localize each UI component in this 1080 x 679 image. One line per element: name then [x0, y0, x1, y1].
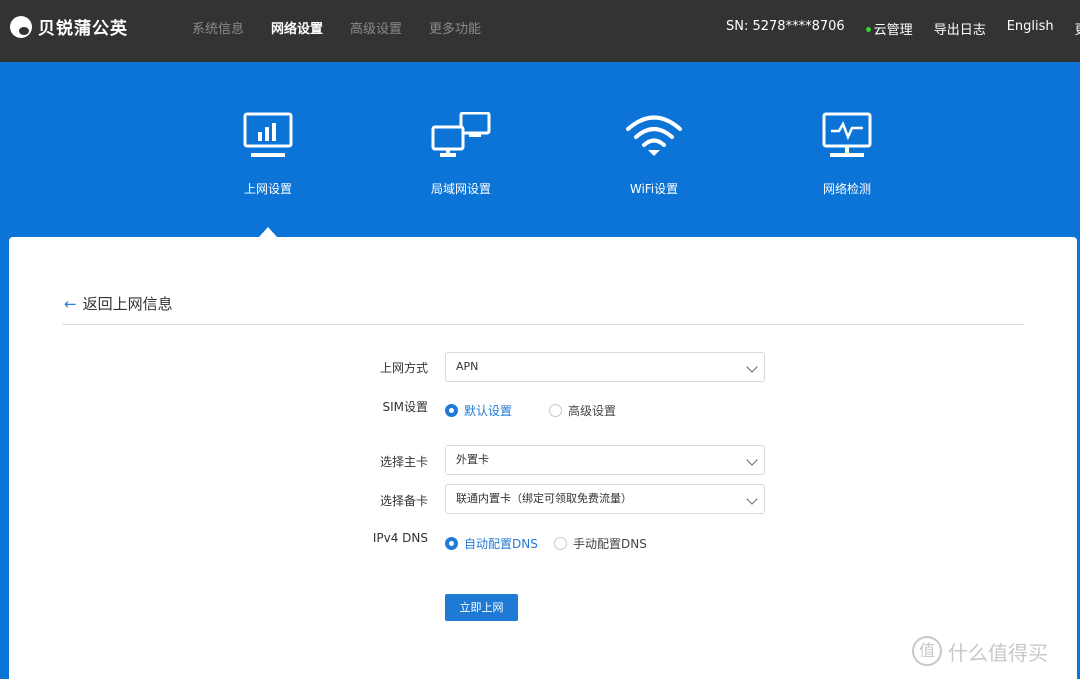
nav-item-advanced-settings[interactable]: 高级设置 [350, 18, 402, 37]
dns-auto-label: 自动配置DNS [464, 537, 538, 551]
watermark: 值 什么值得买 [912, 636, 1048, 666]
tab-label: 上网设置 [243, 182, 292, 196]
radio-unchecked-icon [554, 537, 567, 550]
logo-icon [10, 15, 32, 38]
dns-auto-radio[interactable]: 自动配置DNS [445, 535, 538, 552]
sim-advanced-label: 高级设置 [568, 404, 617, 418]
tab-wifi-settings[interactable]: WiFi设置 [614, 112, 694, 197]
tab-internet-settings[interactable]: 上网设置 [228, 112, 308, 197]
brand-logo[interactable]: 贝锐蒲公英 [10, 14, 128, 39]
right-nav: SN: 5278****8706 云管理 导出日志 English 更多 [726, 19, 1080, 38]
nav-item-system-info[interactable]: 系统信息 [192, 18, 244, 37]
more-link[interactable]: 更多 [1075, 19, 1080, 38]
monitor-chart-icon [228, 112, 308, 170]
chevron-down-icon [746, 454, 758, 466]
dns-label: IPv4 DNS [372, 531, 428, 545]
chevron-down-icon [746, 361, 758, 373]
radio-checked-icon [445, 404, 458, 417]
settings-card: ← 返回上网信息 上网方式 APN SIM设置 默认设置 高级设置 选择主卡 外… [9, 237, 1077, 679]
dns-manual-radio[interactable]: 手动配置DNS [554, 535, 647, 552]
tab-network-diagnostics[interactable]: 网络检测 [807, 112, 887, 197]
backup-card-select[interactable]: 联通内置卡（绑定可领取免费流量） [445, 484, 765, 514]
monitor-pulse-icon [807, 112, 887, 170]
watermark-badge: 值 [912, 636, 942, 666]
mode-label: 上网方式 [379, 361, 428, 375]
back-label: 返回上网信息 [82, 295, 173, 313]
tab-lan-settings[interactable]: 局域网设置 [421, 112, 501, 197]
connect-now-button[interactable]: 立即上网 [445, 594, 518, 621]
serial-number: SN: 5278****8706 [726, 19, 845, 34]
wifi-icon [614, 112, 694, 170]
backup-card-label: 选择备卡 [379, 494, 428, 508]
back-arrow-icon: ← [64, 294, 77, 313]
radio-unchecked-icon [549, 404, 562, 417]
tab-label: WiFi设置 [629, 182, 679, 196]
sim-default-label: 默认设置 [464, 404, 513, 418]
main-nav: 系统信息 网络设置 高级设置 更多功能 [192, 18, 481, 37]
primary-card-label: 选择主卡 [379, 455, 428, 469]
back-link[interactable]: ← 返回上网信息 [64, 293, 173, 314]
status-dot-icon [865, 27, 871, 32]
top-bar: 贝锐蒲公英 系统信息 网络设置 高级设置 更多功能 SN: 5278****87… [0, 0, 1080, 62]
settings-tabs: 上网设置 局域网设置 WiFi设置 网络检测 [0, 62, 1080, 237]
lan-monitors-icon [421, 112, 501, 170]
logo-text: 贝锐蒲公英 [38, 19, 128, 39]
chevron-down-icon [746, 493, 758, 505]
dns-manual-label: 手动配置DNS [573, 537, 647, 551]
radio-checked-icon [445, 537, 458, 550]
language-switch[interactable]: English [1007, 19, 1054, 38]
primary-card-value: 外置卡 [456, 453, 489, 466]
sim-advanced-radio[interactable]: 高级设置 [549, 402, 616, 419]
nav-item-more-features[interactable]: 更多功能 [429, 18, 481, 37]
divider [62, 324, 1024, 325]
primary-card-select[interactable]: 外置卡 [445, 445, 765, 475]
export-log-link[interactable]: 导出日志 [934, 19, 986, 38]
mode-select[interactable]: APN [445, 352, 765, 382]
tab-label: 局域网设置 [430, 182, 491, 196]
sim-default-radio[interactable]: 默认设置 [445, 402, 512, 419]
watermark-text: 什么值得买 [948, 640, 1048, 665]
mode-value: APN [456, 360, 479, 373]
backup-card-value: 联通内置卡（绑定可领取免费流量） [456, 492, 632, 505]
cloud-manage-link[interactable]: 云管理 [865, 19, 913, 38]
sim-label: SIM设置 [382, 400, 428, 414]
nav-item-network-settings[interactable]: 网络设置 [271, 18, 323, 37]
cloud-manage-label: 云管理 [873, 23, 913, 38]
tab-label: 网络检测 [822, 182, 871, 196]
